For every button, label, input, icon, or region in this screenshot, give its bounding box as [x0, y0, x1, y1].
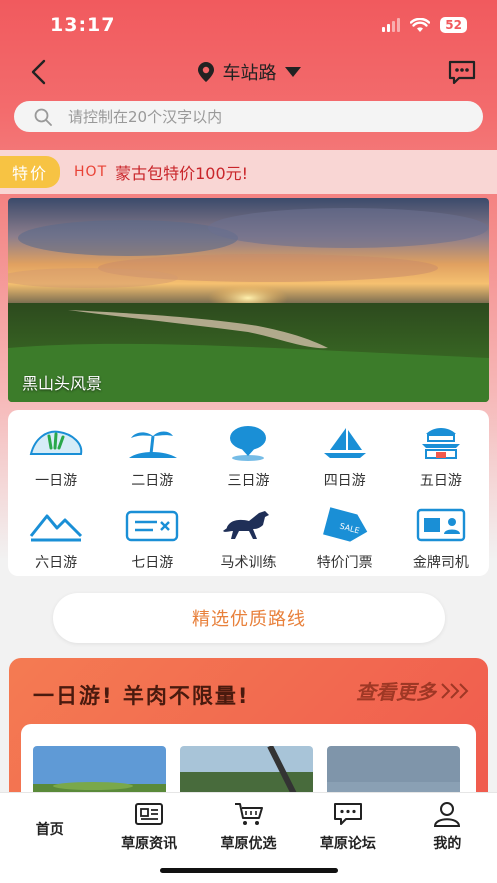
category-item-day1[interactable]: 一日游 [8, 416, 104, 498]
category-item-day6[interactable]: 六日游 [8, 498, 104, 580]
ticket-icon [126, 510, 179, 542]
category-item-day2[interactable]: 二日游 [104, 416, 200, 498]
category-label: 三日游 [227, 473, 270, 489]
banner-caption: 黑山头风景 [22, 374, 103, 393]
tab-label: 草原优选 [220, 836, 277, 852]
promo-text: 蒙古包特价100元! [115, 164, 249, 183]
category-item-tickets[interactable]: SALE 特价门票 [297, 498, 393, 580]
news-icon [135, 803, 164, 825]
location-pin-icon [197, 62, 214, 82]
category-label: 五日游 [419, 473, 462, 489]
search-placeholder: 请控制在20个汉字以内 [68, 108, 223, 126]
category-label: 四日游 [323, 473, 366, 489]
promo-bar[interactable]: 特价 HOT 蒙古包特价100元! [0, 150, 497, 194]
banner-carousel[interactable]: 黑山头风景 [8, 198, 489, 402]
nav-bar: 车站路 [0, 50, 497, 94]
wifi-icon [410, 17, 431, 32]
search-icon [34, 108, 52, 126]
location-name: 车站路 [222, 63, 277, 84]
signal-icon [382, 18, 401, 32]
featured-routes-label: 精选优质路线 [192, 609, 306, 630]
grass-icon [29, 430, 83, 455]
cart-icon [234, 803, 263, 825]
category-item-day4[interactable]: 四日游 [297, 416, 393, 498]
tab-profile[interactable]: 我的 [398, 793, 497, 883]
tab-label: 草原资讯 [121, 836, 178, 852]
back-arrow-icon[interactable] [26, 58, 54, 86]
category-label: 七日游 [131, 555, 174, 571]
promo-hot-label: HOT [74, 164, 108, 180]
home-indicator [160, 868, 338, 873]
sale-tag-icon: SALE [322, 507, 367, 542]
map-pin-icon [230, 426, 267, 461]
category-item-day7[interactable]: 七日游 [104, 498, 200, 580]
featured-routes-button[interactable]: 精选优质路线 [53, 593, 445, 643]
sailboat-icon [323, 428, 366, 458]
category-item-horse[interactable]: 马术训练 [200, 498, 296, 580]
view-more-link[interactable]: 查看更多 [356, 676, 470, 705]
tab-label: 草原论坛 [319, 836, 376, 852]
category-item-driver[interactable]: 金牌司机 [393, 498, 489, 580]
double-chevron-icon [441, 682, 469, 699]
deal-title: 一日游! 羊肉不限量! [33, 684, 250, 708]
promo-tag: 特价 [0, 156, 61, 188]
tab-label: 我的 [433, 836, 462, 852]
palm-island-icon [129, 431, 178, 458]
category-label: 金牌司机 [412, 555, 469, 571]
category-label: 一日游 [35, 473, 78, 489]
mountain-icon [29, 514, 83, 542]
chat-icon [333, 803, 362, 825]
category-label: 二日游 [131, 473, 174, 489]
driver-card-icon [416, 508, 466, 542]
category-item-day5[interactable]: 五日游 [393, 416, 489, 498]
tab-label: 首页 [35, 822, 64, 838]
category-grid: 一日游 二日游 三日游 四日游 五日游 六日游 七日游 马术训练 SALE 特价… [8, 410, 489, 576]
category-item-day3[interactable]: 三日游 [200, 416, 296, 498]
category-label: 马术训练 [220, 555, 277, 571]
location-selector[interactable]: 车站路 [197, 59, 301, 85]
horse-icon [223, 511, 270, 539]
caret-down-icon [284, 67, 301, 77]
battery-icon: 52 [440, 17, 467, 33]
status-time: 13:17 [50, 14, 116, 36]
user-icon [434, 802, 461, 827]
tab-home[interactable]: 首页 [0, 793, 99, 883]
status-icons: 52 [382, 17, 467, 33]
status-bar: 13:17 52 [0, 0, 497, 50]
pagoda-icon [421, 428, 460, 459]
search-bar[interactable]: 请控制在20个汉字以内 [14, 101, 483, 132]
view-more-label: 查看更多 [356, 680, 436, 704]
message-icon[interactable] [447, 58, 477, 86]
category-label: 六日游 [35, 555, 78, 571]
category-label: 特价门票 [316, 555, 373, 571]
